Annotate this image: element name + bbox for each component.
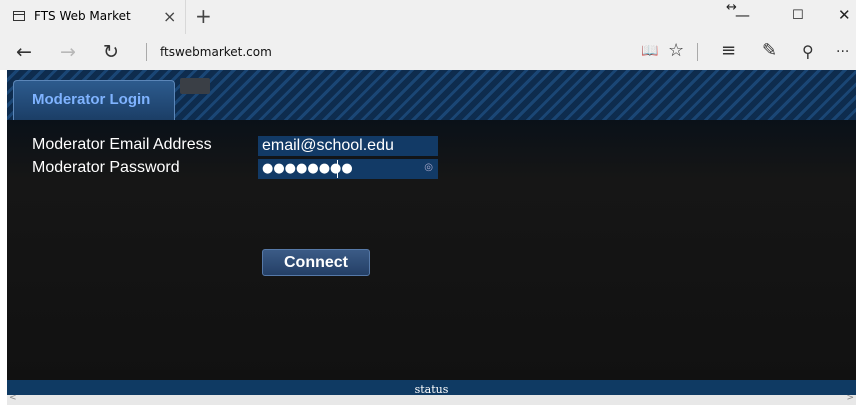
status-bar: status (7, 380, 856, 396)
url-field[interactable]: ftswebmarket.com (160, 45, 272, 59)
new-tab-button[interactable]: + (195, 4, 212, 28)
browser-titlebar: FTS Web Market × + ↔ — ☐ ✕ (0, 0, 856, 34)
password-reveal-icon[interactable]: ◎ (424, 162, 433, 173)
tab-title: FTS Web Market (34, 9, 131, 23)
back-button[interactable]: ← (16, 41, 32, 63)
reading-view-icon[interactable]: 📖 (641, 43, 658, 59)
divider (146, 43, 147, 61)
tab-page-icon (13, 11, 25, 21)
password-value: ●●●●●●●● (262, 161, 353, 176)
favorite-star-icon[interactable]: ☆ (668, 40, 684, 61)
email-label: Moderator Email Address (32, 136, 212, 153)
page-left-edge (0, 70, 7, 405)
web-page: Moderator Login Moderator Email Address … (7, 70, 856, 405)
password-label: Moderator Password (32, 159, 180, 176)
email-value: email@school.edu (262, 137, 394, 154)
close-window-button[interactable]: ✕ (838, 6, 851, 24)
text-caret (337, 160, 338, 178)
browser-addressbar: ← → ↻ ftswebmarket.com 📖 ☆ ≡ ✎ ⚲ ··· (0, 34, 856, 70)
forward-button[interactable]: → (60, 41, 76, 63)
scroll-right-icon[interactable]: > (846, 393, 854, 403)
horizontal-scrollbar[interactable]: < > (7, 393, 856, 405)
hub-icon[interactable]: ≡ (721, 40, 736, 61)
tab-moderator-login[interactable]: Moderator Login (13, 80, 175, 120)
minimize-button[interactable]: — (735, 6, 750, 24)
connect-button[interactable]: Connect (262, 249, 370, 276)
login-form: Moderator Email Address email@school.edu… (7, 120, 856, 380)
page-header: Moderator Login (7, 70, 856, 120)
browser-tab[interactable]: FTS Web Market × (0, 0, 186, 34)
web-note-icon[interactable]: ✎ (762, 40, 777, 61)
share-icon[interactable]: ⚲ (802, 42, 814, 61)
scroll-left-icon[interactable]: < (9, 393, 17, 403)
refresh-button[interactable]: ↻ (103, 41, 119, 63)
email-field[interactable]: email@school.edu (258, 136, 438, 156)
password-field[interactable]: ●●●●●●●● ◎ (258, 159, 438, 179)
maximize-button[interactable]: ☐ (792, 8, 804, 23)
secondary-tab[interactable] (180, 78, 210, 94)
tab-label: Moderator Login (32, 91, 151, 108)
more-icon[interactable]: ··· (836, 44, 849, 60)
tab-close-icon[interactable]: × (163, 7, 176, 26)
divider (697, 43, 698, 61)
